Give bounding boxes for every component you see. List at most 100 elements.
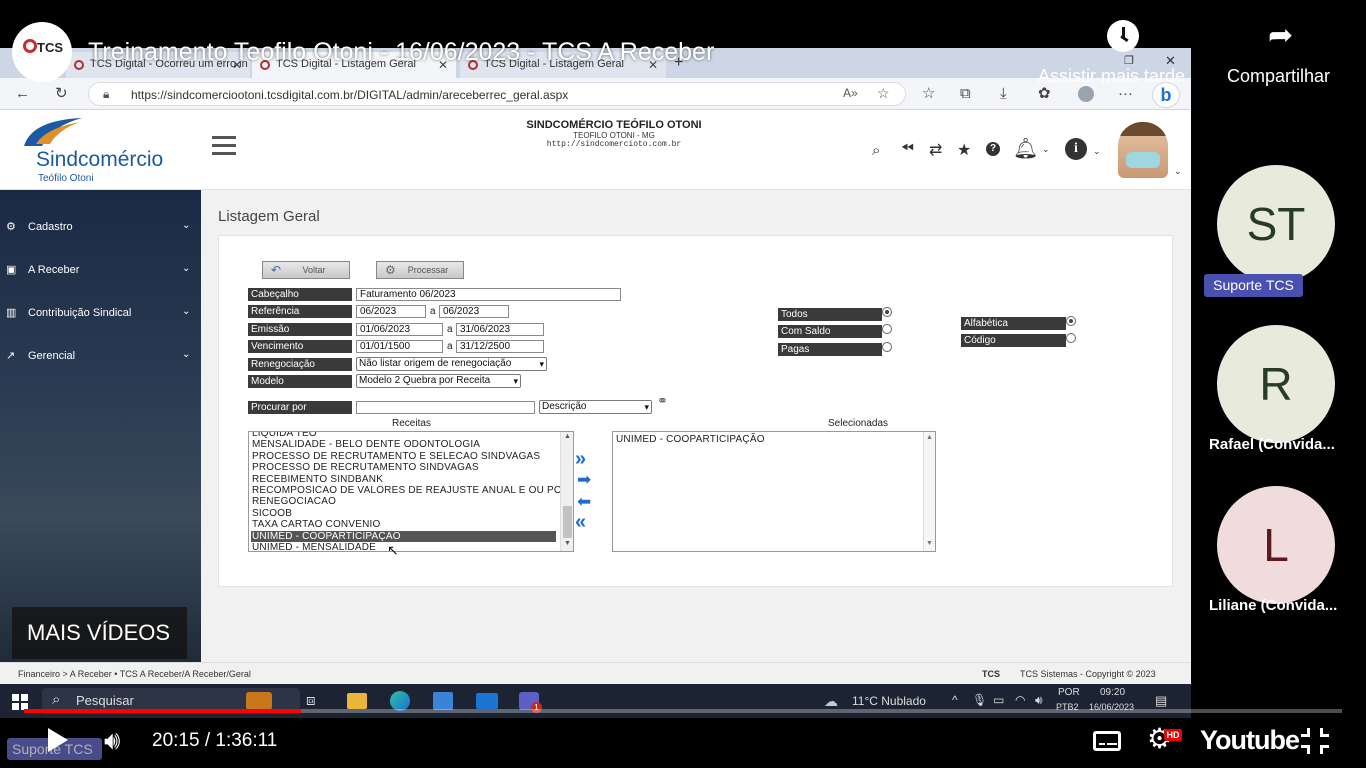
status-todos-radio[interactable] bbox=[882, 307, 892, 317]
vencimento-from-input[interactable]: 01/01/1500 bbox=[356, 340, 443, 353]
scrollbar-thumb[interactable] bbox=[563, 506, 572, 538]
receita-item[interactable]: PROCESSO DE RECRUTAMENTO E SELECAO SINDV… bbox=[252, 451, 540, 462]
chevron-down-icon[interactable]: ⌄ bbox=[1093, 146, 1101, 157]
move-all-right-icon[interactable]: » bbox=[575, 448, 586, 471]
status-pagas-radio[interactable] bbox=[882, 342, 892, 352]
network-device-icon[interactable]: ▭ bbox=[993, 693, 1004, 707]
profile-icon[interactable] bbox=[1078, 86, 1094, 102]
process-button[interactable]: ⚙︎ Processar bbox=[376, 261, 464, 279]
extensions-icon[interactable]: ✿ bbox=[1038, 86, 1051, 102]
selecionada-item[interactable]: UNIMED - COOPARTICIPAÇÃO bbox=[616, 434, 765, 445]
microphone-icon[interactable]: 🎙︎ bbox=[972, 693, 987, 707]
receita-item[interactable]: LIQUIDA TEO bbox=[252, 432, 317, 439]
binoculars-icon[interactable]: ⚭ bbox=[657, 393, 668, 409]
windows-start-icon[interactable] bbox=[12, 694, 28, 710]
receita-item[interactable]: SICOOB bbox=[252, 508, 292, 519]
referencia-from-input[interactable]: 06/2023 bbox=[356, 305, 426, 318]
more-videos-button[interactable]: MAIS VÍDEOS bbox=[12, 607, 187, 659]
star-icon[interactable]: ★ bbox=[957, 140, 971, 160]
info-icon[interactable]: i bbox=[1065, 138, 1087, 160]
download-icon[interactable]: ⤓ bbox=[1000, 86, 1007, 102]
progress-bar[interactable] bbox=[24, 709, 1342, 713]
share-button[interactable]: Compartilhar bbox=[1227, 66, 1330, 87]
video-player[interactable]: TCS Digital - Ocorreu um erro in ✕ TCS Di… bbox=[0, 0, 1366, 768]
mail-icon[interactable] bbox=[476, 693, 498, 709]
hamburger-menu-icon[interactable] bbox=[212, 136, 236, 155]
status-com-saldo-radio[interactable] bbox=[882, 324, 892, 334]
favorite-star-icon[interactable]: ☆ bbox=[877, 85, 890, 102]
clock-icon[interactable] bbox=[1107, 20, 1139, 52]
ordem-codigo-radio[interactable] bbox=[1066, 333, 1076, 343]
play-icon[interactable] bbox=[48, 728, 68, 752]
url-field[interactable]: 🔒︎ https://sindcomerciootoni.tcsdigital.… bbox=[88, 82, 906, 106]
notifications-icon[interactable]: ▤ bbox=[1155, 693, 1167, 709]
watch-later-button[interactable]: Assistir mais tarde bbox=[1038, 66, 1185, 87]
wifi-icon[interactable]: ◠ bbox=[1015, 693, 1025, 707]
chevron-up-icon[interactable]: ^ bbox=[952, 693, 958, 707]
scroll-up-icon[interactable]: ▲ bbox=[926, 434, 933, 441]
emissao-to-input[interactable]: 31/06/2023 bbox=[456, 323, 544, 336]
receita-item[interactable]: MENSALIDADE - BELO DENTE ODONTOLOGIA bbox=[252, 439, 480, 450]
sidebar-item-cadastro[interactable]: ⚙︎ Cadastro ⌄ bbox=[0, 218, 201, 238]
receita-item[interactable]: RECEBIMENTO SINDBANK bbox=[252, 474, 383, 485]
favorites-icon[interactable]: ☆ bbox=[922, 86, 935, 102]
receita-item[interactable]: UNIMED - COOPARTICIPAÇÃO bbox=[251, 530, 556, 542]
read-aloud-icon[interactable]: A» bbox=[843, 86, 858, 100]
bell-icon[interactable]: 🔔︎ bbox=[1013, 136, 1038, 161]
file-explorer-icon[interactable] bbox=[347, 693, 367, 709]
channel-logo[interactable]: TCS bbox=[12, 22, 72, 82]
volume-icon[interactable]: 🔊︎ bbox=[104, 726, 120, 754]
store-icon[interactable] bbox=[433, 692, 453, 710]
scroll-down-icon[interactable]: ▼ bbox=[564, 540, 571, 547]
receitas-scrollbar[interactable]: ▲ ▼ bbox=[560, 432, 573, 551]
task-view-icon[interactable]: ⧈ bbox=[306, 692, 316, 709]
chevron-down-icon[interactable]: ⌄ bbox=[1042, 144, 1050, 155]
subtitles-icon[interactable] bbox=[1093, 731, 1121, 751]
renegociacao-select[interactable]: Não listar origem de renegociação ▾ bbox=[356, 357, 547, 371]
weather-text[interactable]: 11°C Nublado bbox=[852, 694, 926, 708]
receita-item[interactable]: RENEGOCIACAO bbox=[252, 496, 336, 507]
cabecalho-input[interactable]: Faturamento 06/2023 bbox=[356, 288, 621, 301]
scroll-down-icon[interactable]: ▼ bbox=[926, 540, 933, 547]
sidebar-item-contribuicao[interactable]: ▥ Contribuição Sindical ⌄ bbox=[0, 304, 201, 324]
selecionadas-scrollbar[interactable]: ▲ ▼ bbox=[923, 432, 935, 551]
youtube-logo[interactable]: Youtube bbox=[1200, 725, 1300, 756]
move-left-icon[interactable]: ⬅ bbox=[577, 492, 591, 512]
receita-item[interactable]: PROCESSO DE RECRUTAMENTO SINDVAGAS bbox=[252, 462, 479, 473]
chevron-down-icon[interactable]: ⌄ bbox=[1174, 166, 1182, 177]
lang-code[interactable]: POR bbox=[1058, 687, 1080, 698]
back-button[interactable]: ↶ Voltar bbox=[262, 261, 350, 279]
exit-fullscreen-icon[interactable] bbox=[1301, 728, 1329, 754]
more-menu-icon[interactable]: ··· bbox=[1118, 86, 1133, 102]
receita-item[interactable]: RECOMPOSICAO DE VALORES DE REAJUSTE ANUA… bbox=[252, 485, 562, 496]
rewind-icon[interactable]: ⏪︎ bbox=[901, 140, 914, 158]
user-avatar[interactable] bbox=[1118, 122, 1168, 178]
modelo-select[interactable]: Modelo 2 Quebra por Receita ▾ bbox=[356, 374, 521, 388]
back-icon[interactable]: ← bbox=[15, 86, 30, 102]
refresh-icon[interactable]: ↻ bbox=[55, 86, 68, 102]
volume-icon[interactable]: 🔊︎ bbox=[1035, 693, 1043, 708]
move-right-icon[interactable]: ➡ bbox=[577, 470, 591, 490]
receita-item[interactable]: UNIMED - MENSALIDADE bbox=[252, 542, 376, 551]
ordem-alfabetica-radio[interactable] bbox=[1066, 316, 1076, 326]
search-icon[interactable]: ⌕ bbox=[872, 142, 880, 159]
emissao-from-input[interactable]: 01/06/2023 bbox=[356, 323, 443, 336]
receita-item[interactable]: TAXA CARTAO CONVENIO bbox=[252, 519, 380, 530]
clock-time[interactable]: 09:20 bbox=[1100, 687, 1125, 698]
receitas-list[interactable]: LIQUIDA TEO MENSALIDADE - BELO DENTE ODON… bbox=[248, 431, 574, 552]
edge-icon[interactable] bbox=[390, 691, 410, 711]
procurar-field-select[interactable]: Descrição ▾ bbox=[539, 400, 652, 414]
procurar-input[interactable] bbox=[356, 401, 535, 414]
move-all-left-icon[interactable]: « bbox=[575, 511, 586, 534]
collections-icon[interactable]: ⧉ bbox=[960, 86, 971, 102]
help-icon[interactable]: ? bbox=[986, 142, 1000, 156]
video-title[interactable]: Treinamento Teofilo Otoni - 16/06/2023 -… bbox=[88, 38, 714, 67]
share-icon[interactable]: ➦ bbox=[1268, 20, 1293, 52]
sidebar-item-gerencial[interactable]: ↗ Gerencial ⌄ bbox=[0, 347, 201, 367]
scroll-up-icon[interactable]: ▲ bbox=[564, 433, 571, 440]
selecionadas-list[interactable]: UNIMED - COOPARTICIPAÇÃO ▲ ▼ bbox=[612, 431, 936, 552]
teams-icon[interactable]: 1 bbox=[519, 692, 542, 713]
sidebar-item-a-receber[interactable]: ▣ A Receber ⌄ bbox=[0, 261, 201, 281]
vencimento-to-input[interactable]: 31/12/2500 bbox=[456, 340, 544, 353]
switch-icon[interactable]: ⇄ bbox=[929, 140, 942, 160]
